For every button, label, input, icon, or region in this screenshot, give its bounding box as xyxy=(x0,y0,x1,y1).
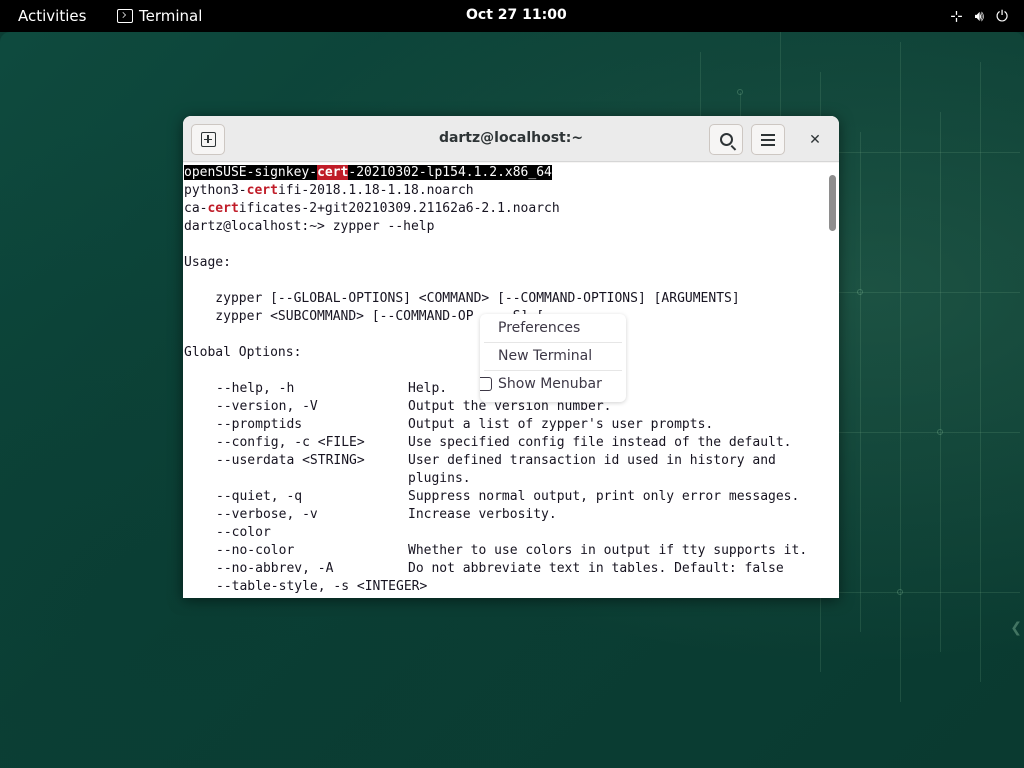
power-icon: ⏻ xyxy=(996,7,1008,25)
option-description: User defined transaction id used in hist… xyxy=(408,453,776,468)
selected-text: openSUSE-signkey- xyxy=(184,165,318,180)
app-menu-button[interactable]: Terminal xyxy=(117,7,202,25)
option-name: --config, -c <FILE> xyxy=(216,435,365,450)
activities-button[interactable]: Activities xyxy=(18,7,86,25)
menu-button[interactable] xyxy=(751,124,785,155)
output-line: python3-certifi-2018.1.18-1.18.noarch xyxy=(184,182,474,200)
context-menu: Preferences New Terminal Show Menubar xyxy=(480,314,626,402)
output-text: python3- xyxy=(184,183,247,198)
option-description: Suppress normal output, print only error… xyxy=(408,489,800,504)
option-name: --color xyxy=(216,525,271,540)
option-name: --version, -V xyxy=(216,399,318,414)
wallpaper-line xyxy=(940,112,941,652)
wallpaper-line xyxy=(980,62,981,682)
option-name: --verbose, -v xyxy=(216,507,318,522)
app-name: Terminal xyxy=(139,7,203,25)
option-name: --no-abbrev, -A xyxy=(216,561,334,576)
terminal-scrollbar[interactable] xyxy=(827,163,839,598)
scrollbar-thumb[interactable] xyxy=(829,175,836,231)
option-name: --no-color xyxy=(216,543,295,558)
usage-heading: Usage: xyxy=(184,255,231,270)
close-button[interactable]: ✕ xyxy=(803,128,827,152)
volume-icon: 🔊︎ xyxy=(974,7,985,25)
option-name: --table-style, -s <INTEGER> xyxy=(216,579,428,594)
menu-item-new-terminal[interactable]: New Terminal xyxy=(480,342,626,370)
wallpaper-line xyxy=(860,132,861,632)
global-options-heading: Global Options: xyxy=(184,345,302,360)
hamburger-menu-icon xyxy=(761,133,775,146)
menu-item-show-menubar[interactable]: Show Menubar xyxy=(480,370,626,398)
option-description: Increase verbosity. xyxy=(408,507,557,522)
usage-line: zypper [--GLOBAL-OPTIONS] <COMMAND> [--C… xyxy=(184,291,740,306)
search-match: cert xyxy=(246,183,278,198)
checkbox-icon[interactable] xyxy=(480,377,492,391)
wallpaper-dot xyxy=(737,89,743,95)
command-prompt-line: dartz@localhost:~> zypper --help xyxy=(184,219,435,234)
option-name: --userdata <STRING> xyxy=(216,453,365,468)
wallpaper-dot xyxy=(857,289,863,295)
option-description: Use specified config file instead of the… xyxy=(408,435,792,450)
option-name: --help, -h xyxy=(216,381,295,396)
wallpaper-dot xyxy=(897,589,903,595)
clock[interactable]: Oct 27 11:00 xyxy=(466,7,567,23)
option-description: Do not abbreviate text in tables. Defaul… xyxy=(408,561,784,576)
output-text: ificates-2+git20210309.21162a6-2.1.noarc… xyxy=(238,201,560,216)
terminal-app-icon xyxy=(117,9,133,23)
search-button[interactable] xyxy=(709,124,743,155)
output-line: ca-certificates-2+git20210309.21162a6-2.… xyxy=(184,200,560,218)
output-text: ifi-2018.1.18-1.18.noarch xyxy=(277,183,474,198)
option-description: plugins. xyxy=(408,471,471,486)
option-description: Whether to use colors in output if tty s… xyxy=(408,543,808,558)
header-bar[interactable]: dartz@localhost:~ ✕ xyxy=(183,116,839,162)
menu-item-label: Show Menubar xyxy=(498,376,602,392)
network-icon: ⊹ xyxy=(950,7,963,25)
menu-item-preferences[interactable]: Preferences xyxy=(480,314,626,342)
wallpaper-line xyxy=(900,42,901,702)
output-text: ca- xyxy=(184,201,208,216)
option-description: Output a list of zypper's user prompts. xyxy=(408,417,714,432)
option-name: --promptids xyxy=(216,417,303,432)
wallpaper-dot xyxy=(937,429,943,435)
system-menu[interactable]: ⊹ 🔊︎ ⏻ xyxy=(950,7,1008,25)
close-icon: ✕ xyxy=(809,132,821,148)
option-description: Help. xyxy=(408,381,448,396)
top-bar: Activities Terminal Oct 27 11:00 ⊹ 🔊︎ ⏻ xyxy=(0,0,1024,32)
selected-text: -20210302-lp154.1.2.x86_64 xyxy=(348,165,552,180)
search-match: cert xyxy=(207,201,239,216)
chevron-left-icon: ❮ xyxy=(1010,620,1022,636)
option-name: --quiet, -q xyxy=(216,489,303,504)
search-match: cert xyxy=(317,165,349,180)
search-icon xyxy=(719,133,733,146)
output-line: openSUSE-signkey-cert-20210302-lp154.1.2… xyxy=(184,164,552,182)
